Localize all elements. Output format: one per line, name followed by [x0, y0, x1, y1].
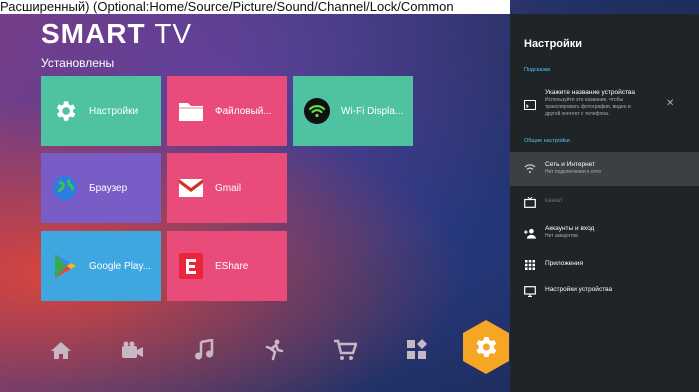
hint-desc-line2: транслировать фотографии, видео и [545, 104, 631, 110]
video-icon[interactable] [121, 338, 145, 362]
settings-panel: Настройки Подсказки Укажите название уст… [510, 14, 699, 392]
app-tile-file-manager[interactable]: Файловый... [167, 76, 287, 146]
tile-label: Wi-Fi Displa... [341, 105, 404, 117]
cast-icon [524, 99, 536, 111]
eshare-icon [177, 252, 205, 280]
tile-label: Google Play... [89, 260, 152, 272]
music-icon[interactable] [192, 338, 216, 362]
apps-grid-icon [524, 259, 536, 271]
hint-card[interactable]: Укажите название устройства Используйте … [510, 82, 699, 132]
tile-label: Настройки [89, 105, 139, 117]
tile-label: Gmail [215, 182, 242, 194]
tile-label: EShare [215, 260, 249, 272]
item-label: канал [545, 197, 563, 204]
tile-label: Браузер [89, 182, 128, 194]
monitor-icon [524, 285, 536, 297]
app-tile-settings[interactable]: Настройки [41, 76, 161, 146]
app-tile-browser[interactable]: Браузер [41, 153, 161, 223]
item-sub: Нет подключения к сети [545, 169, 601, 175]
add-account-icon [524, 227, 536, 239]
installed-section-label: Установлены [41, 56, 115, 70]
item-label: Приложения [545, 260, 584, 267]
brand-bold: SMART [41, 18, 146, 49]
hint-title: Укажите название устройства [545, 89, 635, 96]
general-settings-header: Общие настройки [524, 138, 570, 144]
gmail-icon [177, 174, 205, 202]
wifi-icon [303, 97, 331, 125]
close-icon[interactable]: ✕ [666, 98, 674, 109]
app-tile-gmail[interactable]: Gmail [167, 153, 287, 223]
cart-icon[interactable] [333, 338, 357, 362]
app-tile-google-play[interactable]: Google Play... [41, 231, 161, 301]
settings-item-apps[interactable]: Приложения [510, 254, 699, 276]
hint-desc-line1: Используйте это название, чтобы [545, 97, 624, 103]
play-store-icon [51, 252, 79, 280]
sports-icon[interactable] [262, 338, 286, 362]
app-tile-eshare[interactable]: EShare [167, 231, 287, 301]
folder-icon [177, 97, 205, 125]
brand-logo: SMART TV [41, 18, 192, 50]
settings-gear-icon[interactable] [461, 319, 511, 375]
item-label: Сеть и Интернет [545, 161, 596, 168]
hint-desc-line3: другой контент с телефона. [545, 111, 610, 117]
app-tile-wifi-display[interactable]: Wi-Fi Displa... [293, 76, 413, 146]
item-sub: Нет аккаунтов [545, 233, 578, 239]
item-label: Настройки устройства [545, 286, 613, 293]
top-text-strip: Расширенный) (Optional:Home/Source/Pictu… [0, 0, 510, 14]
globe-icon [51, 174, 79, 202]
item-label: Аккаунты и вход [545, 225, 595, 232]
apps-icon[interactable] [405, 338, 429, 362]
panel-title: Настройки [524, 38, 583, 50]
hints-header: Подсказки [524, 67, 551, 73]
brand-light: TV [154, 18, 193, 49]
settings-item-channel[interactable]: канал [510, 190, 699, 214]
tile-label: Файловый... [215, 105, 272, 117]
gear-icon [51, 97, 79, 125]
wifi-icon [524, 163, 536, 175]
tv-icon [524, 196, 536, 208]
settings-item-accounts[interactable]: Аккаунты и вход Нет аккаунтов [510, 218, 699, 250]
settings-item-device[interactable]: Настройки устройства [510, 280, 699, 302]
settings-item-network[interactable]: Сеть и Интернет Нет подключения к сети [510, 152, 699, 186]
home-icon[interactable] [49, 338, 73, 362]
